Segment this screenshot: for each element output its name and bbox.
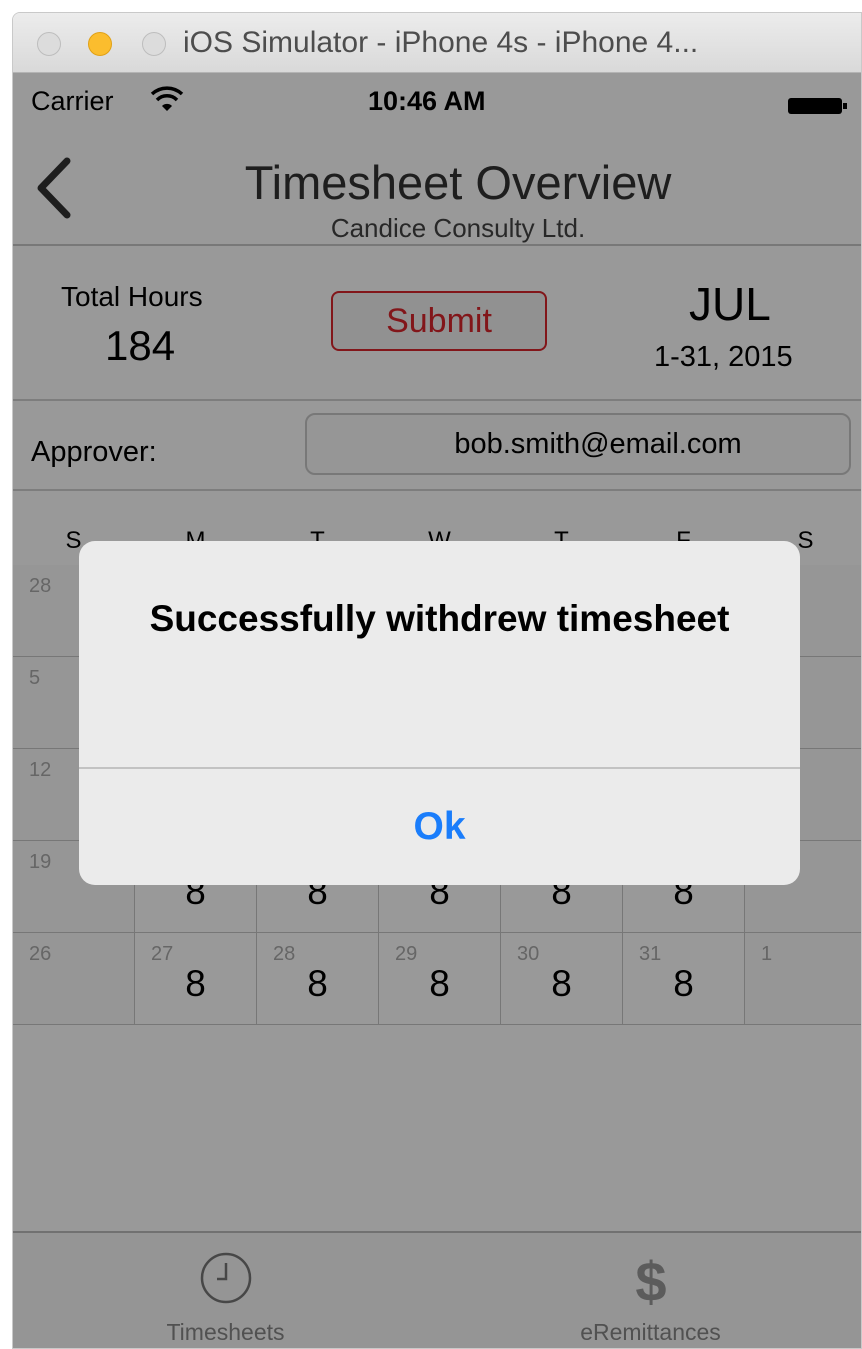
window-titlebar: iOS Simulator - iPhone 4s - iPhone 4...: [13, 13, 861, 73]
alert-message: Successfully withdrew timesheet: [149, 598, 730, 639]
window-title: iOS Simulator - iPhone 4s - iPhone 4...: [183, 26, 699, 59]
phone-screen: Carrier 10:46 AM Timesheet Overview Cand…: [13, 73, 861, 1348]
ok-button[interactable]: Ok: [79, 769, 800, 885]
alert-dialog: Successfully withdrew timesheet Ok: [79, 541, 800, 885]
minimize-window-button[interactable]: [88, 32, 112, 56]
zoom-window-button[interactable]: [142, 32, 166, 56]
simulator-window: iOS Simulator - iPhone 4s - iPhone 4... …: [12, 12, 862, 1349]
close-window-button[interactable]: [37, 32, 61, 56]
